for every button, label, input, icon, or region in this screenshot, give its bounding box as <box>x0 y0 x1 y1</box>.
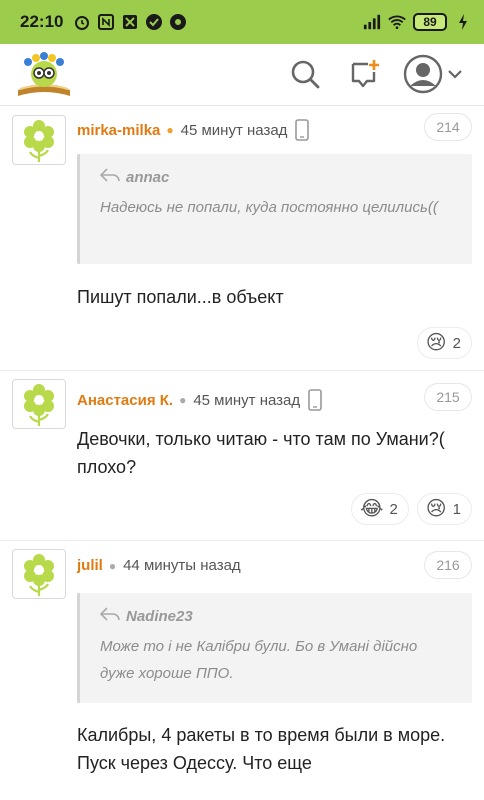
flower-avatar-icon <box>24 554 54 596</box>
charging-icon <box>454 13 472 31</box>
quote-block: annac Надеюсь не попали, куда постоянно … <box>77 154 472 264</box>
search-icon <box>290 59 320 94</box>
alarm-icon <box>73 13 91 31</box>
comment-number[interactable]: 214 <box>424 113 472 141</box>
reaction-count: 1 <box>452 500 461 518</box>
comment-text: Девочки, только читаю - что там по Умани… <box>77 429 445 477</box>
mobile-icon <box>295 119 310 141</box>
comment-author[interactable]: julil <box>77 557 103 574</box>
reaction-count: 2 <box>389 500 398 518</box>
quote-text: Надеюсь не попали, куда постоянно целили… <box>100 199 438 216</box>
quote-author[interactable]: Nadine23 <box>126 608 193 625</box>
wifi-icon <box>388 13 406 31</box>
battery-indicator: 89 <box>413 13 447 31</box>
comment-meta: mirka-milka ● 45 минут назад <box>77 119 310 141</box>
nfc-icon <box>97 13 115 31</box>
weibo-icon <box>169 13 187 31</box>
quote-text: Може то і не Калібри були. Бо в Умані ді… <box>100 638 418 682</box>
separator-dot: ● <box>166 123 174 137</box>
user-menu-button[interactable] <box>400 54 466 99</box>
status-time: 22:10 <box>20 12 64 31</box>
comment-item: mirka-milka ● 45 минут назад 214 annac Н… <box>0 107 484 371</box>
comment-text: Пишут попали...в объект <box>77 287 284 307</box>
reactions: 😂 2 😢 1 <box>351 493 472 525</box>
new-post-icon <box>348 58 380 95</box>
site-logo[interactable] <box>14 52 74 100</box>
app-icon <box>121 13 139 31</box>
comment-text: Калибры, 4 ракеты в то время были в море… <box>77 725 446 773</box>
comment-time: 45 минут назад <box>193 391 301 409</box>
flower-avatar-icon <box>24 120 54 162</box>
comment-meta: Анастасия К. ● 45 минут назад <box>77 389 322 411</box>
flower-avatar-icon <box>24 384 54 426</box>
laughing-face-icon: 😂 <box>360 498 384 520</box>
comment-number[interactable]: 215 <box>424 383 472 411</box>
avatar[interactable] <box>12 549 66 599</box>
separator-dot: ● <box>108 558 117 573</box>
reactions: 😢 2 <box>416 327 472 359</box>
reply-arrow-icon <box>99 168 120 186</box>
comment-author[interactable]: Анастасия К. <box>77 392 173 409</box>
new-post-button[interactable] <box>344 56 384 96</box>
comment-author[interactable]: mirka-milka <box>77 122 160 139</box>
user-avatar-icon <box>403 54 443 99</box>
avatar[interactable] <box>12 115 66 165</box>
check-icon <box>145 13 163 31</box>
crying-face-icon: 😢 <box>425 332 447 354</box>
avatar[interactable] <box>12 379 66 429</box>
signal-icon <box>363 13 381 31</box>
search-button[interactable] <box>285 56 325 96</box>
reaction-sad[interactable]: 😢 1 <box>416 493 472 525</box>
comment-number[interactable]: 216 <box>424 551 472 579</box>
chevron-down-icon <box>447 67 463 85</box>
crying-face-icon: 😢 <box>425 498 447 520</box>
mobile-icon <box>308 389 322 411</box>
quote-author-row: Nadine23 <box>99 607 454 625</box>
comment-item: Анастасия К. ● 45 минут назад 215 Девочк… <box>0 371 484 541</box>
quote-author-row: annac <box>99 168 454 186</box>
comment-time: 44 минуты назад <box>123 557 241 574</box>
reaction-sad[interactable]: 😢 2 <box>416 327 472 359</box>
quote-block: Nadine23 Може то і не Калібри були. Бо в… <box>77 593 472 703</box>
app-header <box>0 44 484 106</box>
reply-arrow-icon <box>99 607 120 625</box>
comment-meta: julil ● 44 минуты назад <box>77 557 241 574</box>
comment-list: mirka-milka ● 45 минут назад 214 annac Н… <box>0 107 484 800</box>
reaction-laugh[interactable]: 😂 2 <box>351 493 409 525</box>
comment-time: 45 минут назад <box>180 121 288 139</box>
comment-item: julil ● 44 минуты назад 216 Nadine23 Мож… <box>0 541 484 800</box>
quote-author[interactable]: annac <box>126 169 169 186</box>
status-bar: 22:10 89 <box>0 0 484 44</box>
reaction-count: 2 <box>452 334 461 352</box>
separator-dot: ● <box>179 393 187 407</box>
